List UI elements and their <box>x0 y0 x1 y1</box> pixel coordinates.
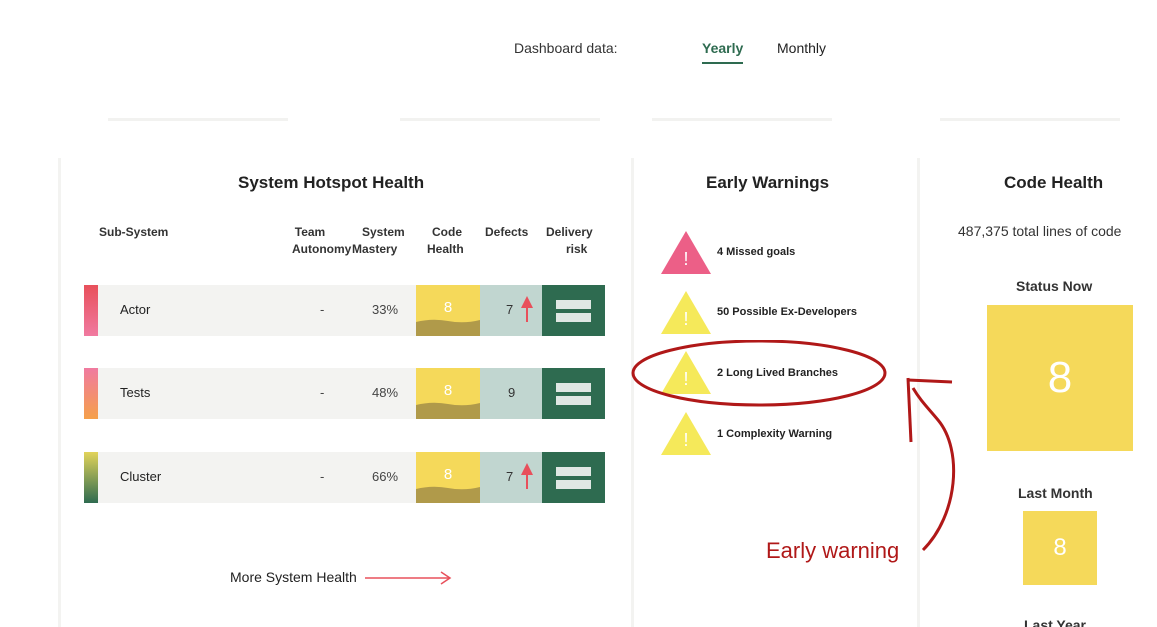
col-team-autonomy: Team <box>294 225 326 239</box>
code-health-value: 8 <box>443 466 453 483</box>
risk-bar-icon <box>556 480 591 489</box>
col-delivery-risk-line2: risk <box>566 242 588 256</box>
dashboard-data-label: Dashboard data: <box>514 40 618 56</box>
code-health-value: 8 <box>443 299 453 316</box>
warning-item[interactable]: 4 Missed goals <box>717 246 795 258</box>
defects-cell[interactable]: 7 <box>480 285 542 336</box>
trend-up-arrow-icon <box>521 463 533 489</box>
annotation-highlight-icon <box>631 340 956 552</box>
row-color-stripe <box>84 368 98 419</box>
card-border <box>58 158 61 627</box>
row-name[interactable]: Cluster <box>120 469 161 484</box>
col-team-autonomy-line2: Autonomy <box>292 242 352 256</box>
defects-cell[interactable]: 7 <box>480 452 542 503</box>
col-delivery-risk: Delivery <box>546 225 593 239</box>
last-month-label: Last Month <box>1018 485 1093 501</box>
health-wave <box>416 486 480 503</box>
row-system-mastery: 66% <box>372 469 399 484</box>
warning-high-icon: ! <box>660 229 712 275</box>
warning-item[interactable]: 50 Possible Ex-Developers <box>717 306 857 318</box>
row-system-mastery: 48% <box>372 385 399 400</box>
risk-bar-icon <box>556 467 591 476</box>
risk-bar-icon <box>556 313 591 322</box>
risk-bar-icon <box>556 396 591 405</box>
code-health-cell[interactable]: 8 <box>416 285 480 336</box>
defects-value: 7 <box>506 302 514 317</box>
status-now-label: Status Now <box>1016 278 1093 294</box>
tab-monthly[interactable]: Monthly <box>777 40 826 56</box>
row-color-stripe <box>84 452 98 503</box>
total-lines-of-code: 487,375 total lines of code <box>958 223 1122 239</box>
row-team-autonomy: - <box>320 302 325 317</box>
code-health-cell[interactable]: 8 <box>416 452 480 503</box>
delivery-risk-cell[interactable] <box>542 285 605 336</box>
row-name[interactable]: Actor <box>120 302 150 317</box>
divider <box>400 118 600 121</box>
row-system-mastery: 33% <box>372 302 399 317</box>
code-health-value: 8 <box>443 382 453 399</box>
row-color-stripe <box>84 285 98 336</box>
divider <box>108 118 288 121</box>
last-month-value[interactable]: 8 <box>1023 511 1097 585</box>
hotspot-title: System Hotspot Health <box>238 173 425 192</box>
health-wave <box>416 402 480 419</box>
risk-bar-icon <box>556 300 591 309</box>
health-wave <box>416 319 480 336</box>
col-subsystem: Sub-System <box>99 225 169 239</box>
row-name[interactable]: Tests <box>120 385 150 400</box>
trend-up-arrow-icon <box>521 296 533 322</box>
last-year-label: Last Year <box>1024 617 1087 627</box>
more-system-health-link[interactable]: More System Health <box>230 569 455 585</box>
col-code-health-line2: Health <box>427 242 464 256</box>
svg-text:!: ! <box>683 249 688 269</box>
col-system-mastery-line2: Mastery <box>352 242 398 256</box>
tab-yearly[interactable]: Yearly <box>702 40 744 64</box>
status-now-value[interactable]: 8 <box>987 305 1133 451</box>
col-defects: Defects <box>485 225 529 239</box>
svg-text:!: ! <box>683 309 688 329</box>
divider <box>652 118 832 121</box>
code-health-cell[interactable]: 8 <box>416 368 480 419</box>
col-code-health: Code <box>432 225 462 239</box>
code-health-title: Code Health <box>1004 173 1104 192</box>
defects-cell[interactable]: 9 <box>480 368 542 419</box>
arrow-right-icon <box>364 571 452 585</box>
row-team-autonomy: - <box>320 469 325 484</box>
risk-bar-icon <box>556 383 591 392</box>
divider <box>940 118 1120 121</box>
defects-value: 9 <box>508 385 516 400</box>
early-warnings-title: Early Warnings <box>706 173 830 192</box>
annotation-label: Early warning <box>766 538 900 563</box>
col-system-mastery: System <box>362 225 405 239</box>
delivery-risk-cell[interactable] <box>542 368 605 419</box>
warning-medium-icon: ! <box>660 289 712 335</box>
delivery-risk-cell[interactable] <box>542 452 605 503</box>
row-team-autonomy: - <box>320 385 325 400</box>
defects-value: 7 <box>506 469 514 484</box>
